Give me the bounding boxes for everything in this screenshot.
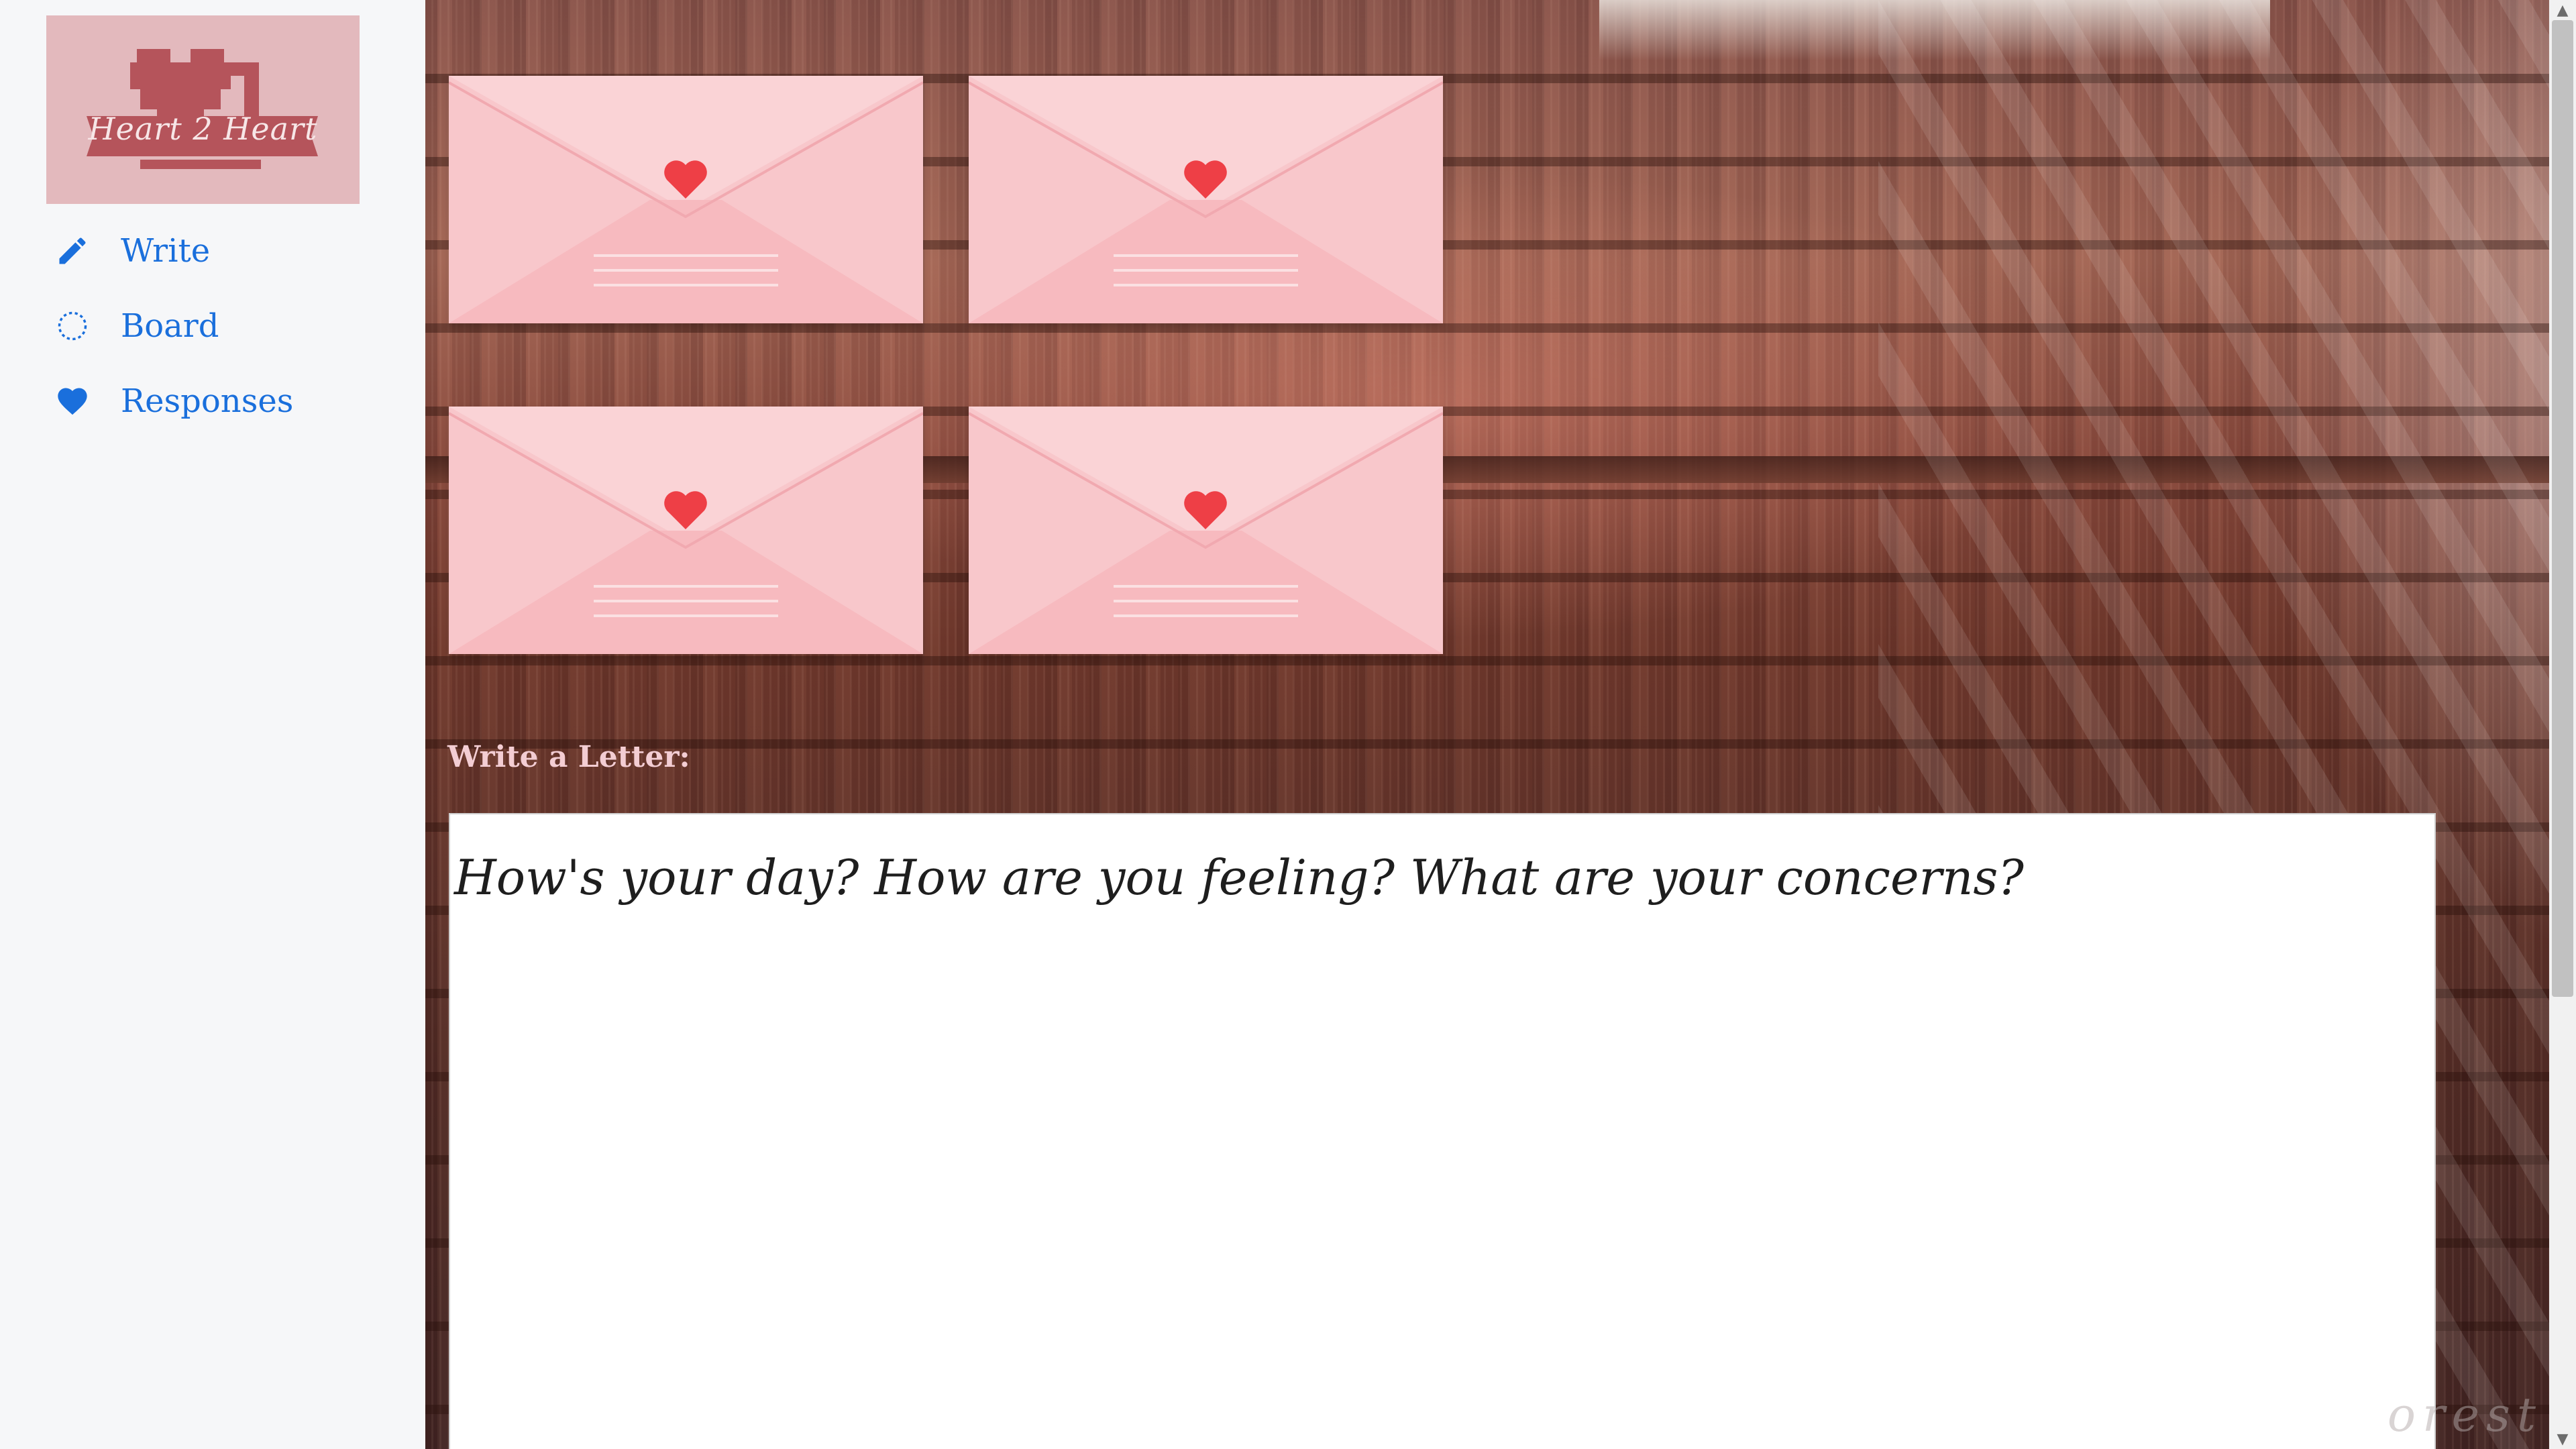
- nav-item-responses[interactable]: Responses: [0, 364, 425, 439]
- main-content: Write a Letter: orest: [425, 0, 2549, 1449]
- scroll-thumb[interactable]: [2552, 20, 2573, 997]
- envelope-heart-icon: [449, 407, 923, 654]
- heart-logo-icon: [87, 49, 318, 169]
- logo-text: Heart 2 Heart: [88, 111, 318, 147]
- scroll-down-icon[interactable]: ▼: [2549, 1429, 2576, 1449]
- envelope-heart-icon: [969, 407, 1443, 654]
- page-scrollbar[interactable]: ▲ ▼: [2549, 0, 2576, 1449]
- sidebar-nav: Write Board Responses: [0, 213, 425, 439]
- envelope-heart-icon: [449, 76, 923, 323]
- envelope-card[interactable]: [969, 76, 1443, 323]
- envelope-card[interactable]: [449, 76, 923, 323]
- logo[interactable]: Heart 2 Heart: [46, 15, 360, 204]
- letter-textarea[interactable]: [449, 813, 2436, 1449]
- pencil-icon: [54, 232, 91, 270]
- envelope-heart-icon: [969, 76, 1443, 323]
- envelope-card[interactable]: [969, 407, 1443, 654]
- nav-label: Board: [121, 307, 219, 345]
- dotted-circle-icon: [54, 307, 91, 345]
- nav-label: Write: [121, 232, 211, 270]
- nav-item-write[interactable]: Write: [0, 213, 425, 288]
- scroll-up-icon[interactable]: ▲: [2549, 0, 2576, 20]
- nav-item-board[interactable]: Board: [0, 288, 425, 364]
- sidebar: Heart 2 Heart Write Board Responses: [0, 0, 425, 1449]
- watermark: orest: [2387, 1387, 2542, 1442]
- write-letter-label: Write a Letter:: [447, 740, 690, 774]
- nav-label: Responses: [121, 382, 294, 420]
- envelope-card[interactable]: [449, 407, 923, 654]
- heart-icon: [54, 382, 91, 420]
